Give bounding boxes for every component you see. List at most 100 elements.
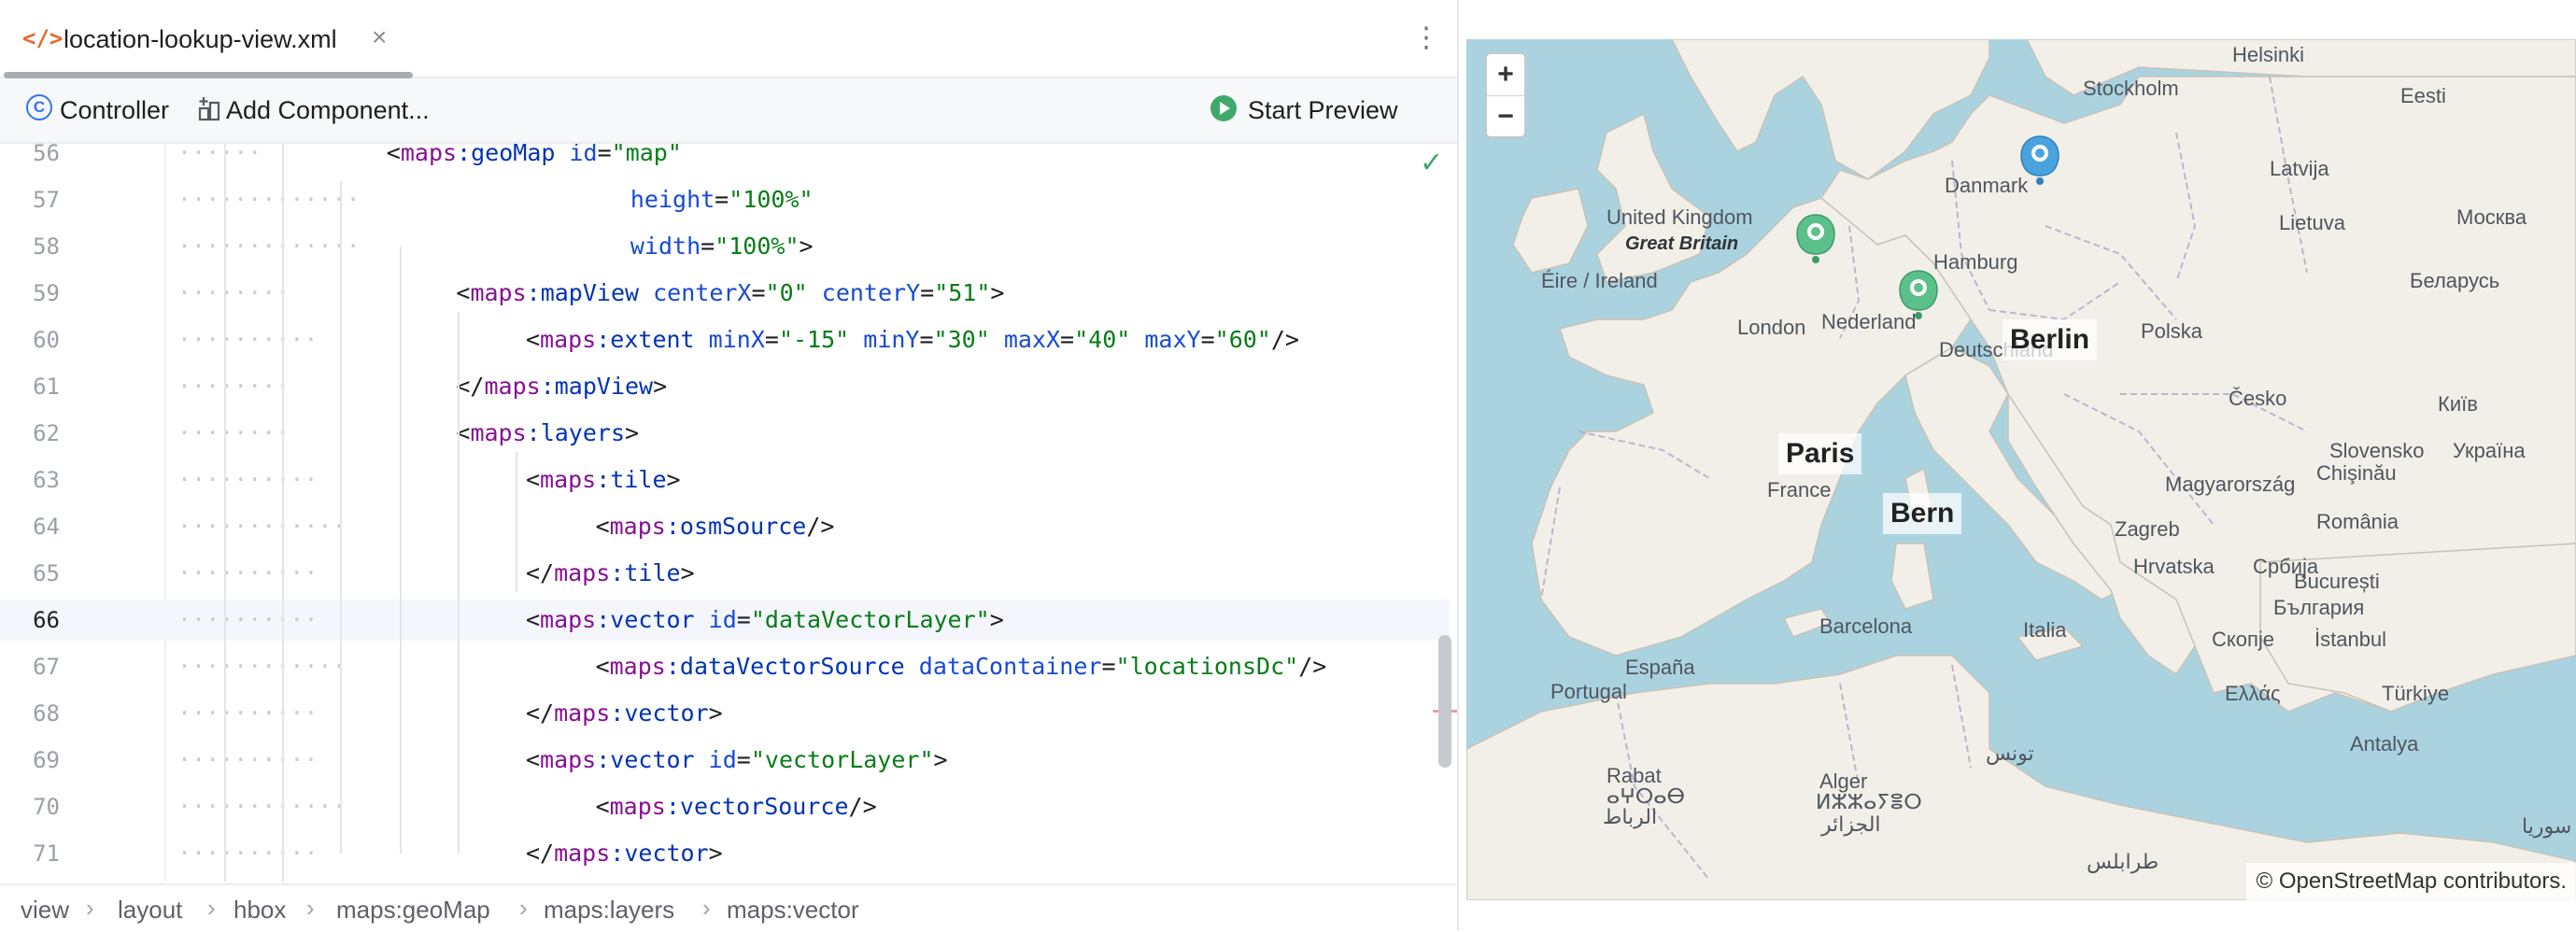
editor-tab[interactable]: </> location-lookup-view.xml × bbox=[0, 0, 413, 78]
code-token: maps bbox=[540, 466, 597, 493]
breadcrumb-item[interactable]: view bbox=[21, 895, 69, 925]
code-token: > bbox=[625, 419, 640, 446]
code-token: /> bbox=[848, 793, 877, 820]
code-line[interactable]: 68 ·········· </maps:vector> bbox=[0, 693, 1450, 734]
code-line[interactable]: 63 ·········· <maps:tile> bbox=[0, 459, 1450, 501]
breadcrumb-item[interactable]: maps:geoMap bbox=[336, 895, 490, 925]
code-line[interactable]: 56 ······ <maps:geoMap id="map" bbox=[0, 144, 1450, 174]
code-line[interactable]: 67 ············ <maps:dataVectorSource dat… bbox=[0, 646, 1450, 687]
zoom-out-button[interactable]: − bbox=[1487, 96, 1524, 137]
code-line[interactable]: 60 ·········· <maps:extent minX="-15" minY… bbox=[0, 319, 1450, 360]
map-place-label: Hrvatska bbox=[2133, 555, 2215, 578]
tab-title: location-lookup-view.xml bbox=[64, 25, 337, 53]
map-place-label: Беларусь bbox=[2410, 269, 2500, 292]
code-token: maps bbox=[609, 793, 666, 820]
code-line[interactable]: 64 ············ <maps:osmSource/> bbox=[0, 506, 1450, 547]
breadcrumb-separator: › bbox=[86, 894, 94, 922]
map-place-label: Slovensko bbox=[2329, 439, 2425, 462]
map-place-label: Portugal bbox=[1550, 680, 1627, 703]
map-place-label: United Kingdom bbox=[1606, 205, 1753, 229]
map-place-label: الرباط bbox=[1603, 805, 1658, 828]
map-place-label: Москва bbox=[2456, 205, 2527, 229]
code-token: :vector bbox=[596, 606, 709, 633]
code-line[interactable]: 59 ········ <maps:mapView centerX="0" cent… bbox=[0, 273, 1450, 314]
line-number: 61 bbox=[33, 374, 60, 400]
map-place-label: España bbox=[1625, 656, 1695, 679]
code-line[interactable]: 57 ············· height="100%" bbox=[0, 179, 1450, 220]
line-number: 72 bbox=[0, 880, 60, 882]
xml-file-icon: </> bbox=[22, 25, 64, 51]
indent-guide bbox=[224, 144, 226, 882]
controller-button[interactable]: Controller bbox=[60, 93, 169, 127]
code-text: </maps:vector> bbox=[526, 693, 723, 734]
indent-whitespace: ········ bbox=[177, 419, 290, 446]
code-text: <maps:vector id="vectorLayer"> bbox=[526, 740, 948, 781]
code-line[interactable]: 65 ·········· </maps:tile> bbox=[0, 553, 1450, 594]
code-token: "30" bbox=[933, 326, 1004, 353]
line-number: 70 bbox=[33, 794, 60, 820]
code-token: :tile bbox=[596, 466, 667, 493]
code-line[interactable]: 66 ·········· <maps:vector id="dataVectorL… bbox=[0, 600, 1450, 641]
breadcrumb-separator: › bbox=[702, 894, 711, 922]
code-line[interactable]: 58 ············· width="100%"> bbox=[0, 226, 1450, 267]
code-token: = bbox=[1101, 653, 1116, 680]
indent-whitespace: ········ bbox=[177, 279, 290, 306]
code-line[interactable]: 70 ············ <maps:vectorSource/> bbox=[0, 786, 1450, 827]
map-place-label: France bbox=[1767, 478, 1832, 501]
breadcrumb-item[interactable]: maps:vector bbox=[727, 895, 859, 925]
map-attribution[interactable]: © OpenStreetMap contributors. bbox=[2246, 863, 2576, 900]
code-token: :mapView bbox=[526, 279, 654, 306]
code-token: "-15" bbox=[778, 326, 864, 353]
code-token: < bbox=[525, 466, 541, 493]
zoom-in-button[interactable]: + bbox=[1487, 54, 1524, 96]
code-token: > bbox=[680, 559, 695, 586]
map-place-label: București bbox=[2294, 570, 2380, 593]
code-token: maps bbox=[609, 653, 666, 680]
code-token: < bbox=[595, 513, 610, 540]
code-token: "40" bbox=[1074, 326, 1145, 353]
geo-map[interactable]: + − Helsinki Stockholm Eesti Latvija Danmark… bbox=[1466, 39, 2576, 900]
code-token: :vectorSource bbox=[665, 793, 849, 820]
breadcrumb-item[interactable]: layout bbox=[118, 895, 182, 925]
breadcrumb-item[interactable]: maps:layers bbox=[544, 895, 674, 925]
code-token: maps bbox=[609, 513, 666, 540]
map-place-label: Barcelona bbox=[1819, 614, 1913, 638]
breadcrumb-item[interactable]: hbox bbox=[234, 895, 286, 925]
map-place-label: Italia bbox=[2023, 618, 2067, 642]
vertical-scrollbar[interactable] bbox=[1438, 635, 1451, 768]
close-icon[interactable]: × bbox=[372, 22, 387, 52]
code-token: :geoMap bbox=[457, 144, 570, 166]
code-text: <maps:layers> bbox=[456, 413, 639, 454]
code-text: </maps:mapView> bbox=[456, 366, 667, 407]
map-place-label: Stockholm bbox=[2083, 77, 2179, 100]
code-token: height bbox=[630, 186, 715, 213]
code-text: <maps:geoMap id="map" bbox=[387, 144, 682, 174]
breadcrumb-separator: › bbox=[519, 894, 528, 922]
code-token: maps bbox=[554, 699, 611, 727]
indent-whitespace: ·········· bbox=[177, 326, 318, 353]
code-token: centerX bbox=[653, 279, 752, 306]
code-token: id bbox=[569, 144, 598, 166]
code-token: maps bbox=[470, 279, 527, 306]
code-line[interactable]: 69 ·········· <maps:vector id="vectorLayer… bbox=[0, 740, 1450, 781]
map-place-label: İstanbul bbox=[2314, 628, 2387, 651]
start-preview-button[interactable]: Start Preview bbox=[1248, 93, 1398, 127]
code-line[interactable]: 72 ········ </maps:layers> bbox=[0, 880, 1450, 882]
map-place-label: Latvija bbox=[2270, 157, 2329, 180]
code-line[interactable]: 62 ········ <maps:layers> bbox=[0, 413, 1450, 454]
add-component-button[interactable]: Add Component... bbox=[226, 93, 430, 127]
code-token: maxY bbox=[1144, 326, 1201, 353]
code-token: < bbox=[595, 653, 610, 680]
code-line[interactable]: 61 ········ </maps:mapView> bbox=[0, 366, 1450, 407]
map-place-label: Magyarország bbox=[2165, 473, 2296, 496]
more-options-icon[interactable]: ⋮ bbox=[1412, 21, 1440, 56]
code-area[interactable]: 56 ······ <maps:geoMap id="map" 57 ·········… bbox=[0, 144, 1457, 882]
code-token: :tile bbox=[610, 559, 681, 586]
indent-whitespace: ·········· bbox=[177, 606, 318, 633]
indent-guide bbox=[400, 247, 402, 854]
map-place-label: Eesti bbox=[2400, 84, 2446, 107]
indent-whitespace: ·········· bbox=[177, 699, 318, 727]
code-token: width bbox=[630, 233, 701, 260]
code-token: < bbox=[456, 279, 471, 306]
code-line[interactable]: 71 ·········· </maps:vector> bbox=[0, 833, 1450, 874]
